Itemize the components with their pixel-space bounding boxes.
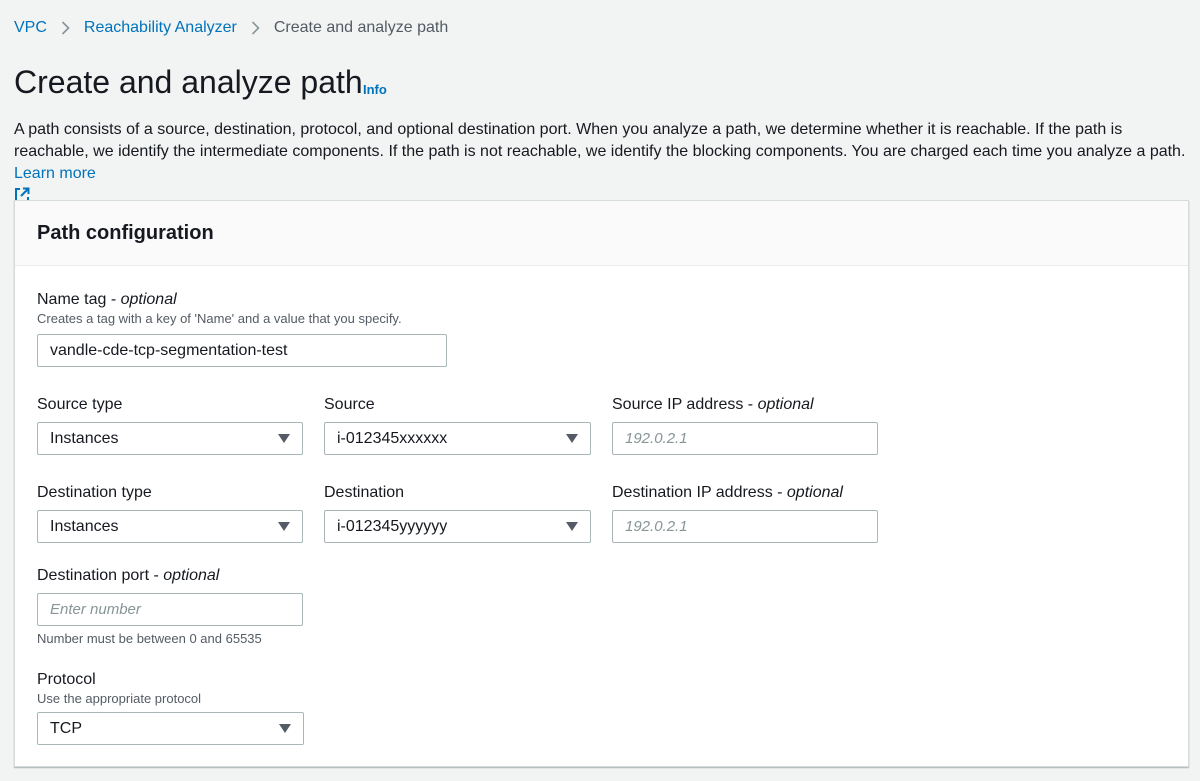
- caret-down-icon: [566, 434, 578, 443]
- source-ip-label: Source IP address - optional: [612, 396, 814, 413]
- destination-ip-label: Destination IP address - optional: [612, 484, 843, 501]
- optional-marker: optional: [786, 484, 843, 501]
- source-type-label: Source type: [37, 396, 123, 413]
- source-ip-input[interactable]: [612, 422, 878, 455]
- destination-value: i-012345yyyyyy: [337, 517, 448, 535]
- source-type-value: Instances: [50, 429, 119, 447]
- protocol-label: Protocol: [37, 671, 96, 688]
- caret-down-icon: [279, 724, 291, 733]
- destination-port-input[interactable]: [37, 593, 303, 626]
- page-title: Create and analyze path: [14, 64, 363, 100]
- panel-title: Path configuration: [37, 221, 214, 244]
- optional-marker: optional: [120, 291, 177, 308]
- optional-marker: optional: [163, 567, 220, 584]
- name-tag-input[interactable]: [37, 334, 447, 367]
- source-label: Source: [324, 396, 375, 413]
- protocol-hint: Use the appropriate protocol: [37, 691, 202, 706]
- protocol-value: TCP: [50, 719, 82, 737]
- chevron-right-icon: [61, 21, 70, 35]
- source-field: Source i-012345xxxxxx: [324, 395, 591, 455]
- source-type-field: Source type Instances: [37, 395, 303, 455]
- description-text: A path consists of a source, destination…: [14, 121, 1186, 160]
- protocol-field: Protocol Use the appropriate protocol TC…: [37, 670, 304, 745]
- breadcrumb: VPC Reachability Analyzer Create and ana…: [14, 19, 448, 37]
- name-tag-field: Name tag - optional Creates a tag with a…: [37, 290, 447, 367]
- name-tag-label: Name tag - optional: [37, 291, 177, 308]
- breadcrumb-reachability-analyzer[interactable]: Reachability Analyzer: [84, 19, 237, 37]
- destination-port-label-text: Destination port: [37, 567, 150, 584]
- protocol-select[interactable]: TCP: [37, 712, 304, 745]
- caret-down-icon: [566, 522, 578, 531]
- destination-type-select[interactable]: Instances: [37, 510, 303, 543]
- destination-port-hint: Number must be between 0 and 65535: [37, 631, 262, 646]
- source-select[interactable]: i-012345xxxxxx: [324, 422, 591, 455]
- destination-type-label: Destination type: [37, 484, 152, 501]
- name-tag-label-text: Name tag: [37, 291, 107, 308]
- chevron-right-icon: [251, 21, 260, 35]
- destination-select[interactable]: i-012345yyyyyy: [324, 510, 591, 543]
- destination-label: Destination: [324, 484, 405, 501]
- learn-more-link[interactable]: Learn more: [14, 165, 96, 182]
- caret-down-icon: [278, 522, 290, 531]
- source-ip-label-text: Source IP address: [612, 396, 744, 413]
- source-type-select[interactable]: Instances: [37, 422, 303, 455]
- panel-header: Path configuration: [15, 201, 1188, 266]
- destination-ip-field: Destination IP address - optional: [612, 483, 878, 543]
- destination-type-field: Destination type Instances: [37, 483, 303, 543]
- destination-port-label: Destination port - optional: [37, 567, 220, 584]
- info-link[interactable]: Info: [363, 82, 387, 97]
- breadcrumb-current: Create and analyze path: [273, 19, 449, 36]
- destination-ip-label-text: Destination IP address: [612, 484, 773, 501]
- destination-port-field: Destination port - optional Number must …: [37, 566, 303, 648]
- destination-ip-input[interactable]: [612, 510, 878, 543]
- destination-type-value: Instances: [50, 517, 119, 535]
- optional-marker: optional: [757, 396, 814, 413]
- page-description: A path consists of a source, destination…: [14, 119, 1194, 210]
- path-configuration-panel: Path configuration Name tag - optional C…: [14, 200, 1189, 767]
- breadcrumb-vpc[interactable]: VPC: [14, 19, 47, 37]
- name-tag-hint: Creates a tag with a key of 'Name' and a…: [37, 311, 402, 326]
- caret-down-icon: [278, 434, 290, 443]
- source-value: i-012345xxxxxx: [337, 429, 448, 447]
- destination-field: Destination i-012345yyyyyy: [324, 483, 591, 543]
- source-ip-field: Source IP address - optional: [612, 395, 878, 455]
